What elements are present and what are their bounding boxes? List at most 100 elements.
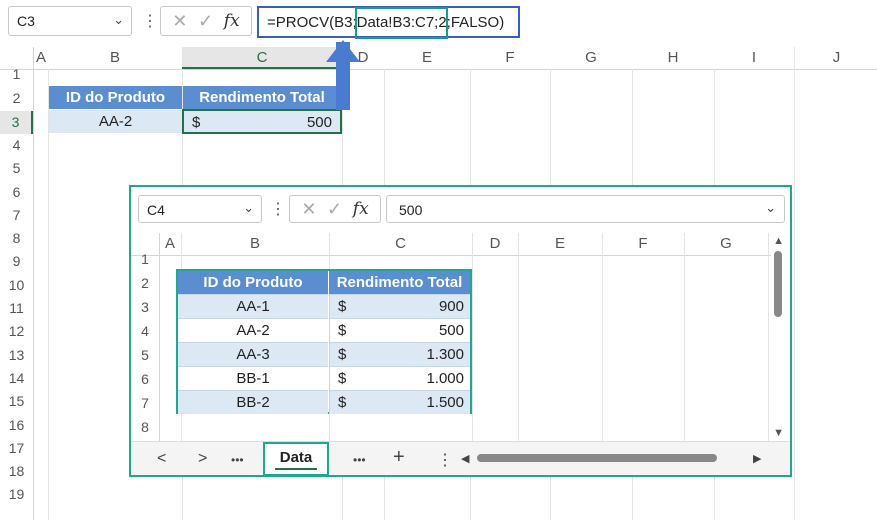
row-header-3[interactable]: 3 xyxy=(0,111,33,134)
row-header-14[interactable]: 14 xyxy=(0,367,33,390)
row-header-10[interactable]: 10 xyxy=(0,274,33,297)
scroll-right-icon[interactable]: ▶ xyxy=(753,452,761,465)
gridline xyxy=(768,233,769,441)
currency-symbol: $ xyxy=(338,394,347,411)
row-header-4[interactable]: 4 xyxy=(0,134,33,157)
horizontal-scrollbar[interactable] xyxy=(477,454,717,462)
cell-value: 500 xyxy=(306,114,332,131)
more-options-icon[interactable]: ••• xyxy=(353,453,366,467)
column-header-e[interactable]: E xyxy=(518,233,602,255)
row-header-7[interactable]: 7 xyxy=(0,204,33,227)
gridline xyxy=(472,233,473,441)
table-header-id: ID do Produto xyxy=(49,86,182,109)
column-header-c[interactable]: C xyxy=(329,233,472,255)
data-formula-value: 500 xyxy=(399,202,423,218)
column-header-h[interactable]: H xyxy=(632,47,714,69)
table-cell-id[interactable]: AA-2 xyxy=(178,318,328,342)
formula-text-prefix: =PROCV(B3 xyxy=(267,14,353,31)
table-cell-revenue[interactable]: $900 xyxy=(329,294,470,318)
column-header-f[interactable]: F xyxy=(470,47,550,69)
more-sheets-icon[interactable]: ••• xyxy=(231,453,244,467)
next-sheet-icon[interactable]: > xyxy=(198,450,207,468)
cancel-icon[interactable]: ✕ xyxy=(172,11,187,32)
data-formula-bar[interactable]: 500 ⌄ xyxy=(386,195,785,223)
row-header-divider xyxy=(33,47,34,520)
row-header-19[interactable]: 19 xyxy=(0,483,33,506)
row-header-16[interactable]: 16 xyxy=(0,414,33,437)
more-options-icon[interactable]: ⋮ xyxy=(142,11,158,31)
sheet-tab-data[interactable]: Data xyxy=(263,442,329,476)
column-header-b[interactable]: B xyxy=(48,47,182,69)
cancel-icon[interactable]: ✕ xyxy=(301,199,316,220)
row-header-2[interactable]: 2 xyxy=(0,87,33,110)
chevron-down-icon[interactable]: ⌄ xyxy=(765,200,776,216)
column-header-j[interactable]: J xyxy=(796,47,877,69)
scroll-down-icon[interactable]: ▼ xyxy=(773,427,784,439)
chevron-down-icon[interactable]: ⌄ xyxy=(113,12,124,28)
column-header-i[interactable]: I xyxy=(714,47,794,69)
data-name-box[interactable]: C4 ⌄ xyxy=(138,195,262,223)
gridline xyxy=(794,47,795,520)
row-header-11[interactable]: 11 xyxy=(0,297,33,320)
column-header-f[interactable]: F xyxy=(602,233,684,255)
table-cell-id[interactable]: AA-3 xyxy=(178,342,328,366)
chevron-down-icon[interactable]: ⌄ xyxy=(243,200,254,216)
more-options-icon[interactable]: ⋮ xyxy=(270,199,286,219)
vertical-scrollbar[interactable] xyxy=(774,251,782,317)
row-header-8[interactable]: 8 xyxy=(131,415,159,439)
column-header-c[interactable]: C xyxy=(182,47,342,69)
row-header-6[interactable]: 6 xyxy=(0,181,33,204)
enter-icon[interactable]: ✓ xyxy=(198,11,213,32)
row-header-7[interactable]: 7 xyxy=(131,391,159,415)
sheet-options-icon[interactable]: ⋮ xyxy=(437,450,453,470)
table-cell-id[interactable]: BB-2 xyxy=(178,390,328,414)
add-sheet-icon[interactable]: + xyxy=(393,446,405,469)
fx-icon[interactable]: fx xyxy=(224,11,240,31)
scroll-up-icon[interactable]: ▲ xyxy=(773,235,784,247)
row-header-6[interactable]: 6 xyxy=(131,367,159,391)
table-cell-id[interactable]: BB-1 xyxy=(178,366,328,390)
row-header-4[interactable]: 4 xyxy=(131,319,159,343)
row-header-13[interactable]: 13 xyxy=(0,344,33,367)
name-box[interactable]: C3 ⌄ xyxy=(8,6,132,36)
cell-c3[interactable]: $ 500 xyxy=(182,109,342,134)
row-header-12[interactable]: 12 xyxy=(0,320,33,343)
column-header-d[interactable]: D xyxy=(472,233,518,255)
table-cell-revenue[interactable]: $500 xyxy=(329,318,470,342)
fx-icon[interactable]: fx xyxy=(353,199,369,219)
cell-value: 1.500 xyxy=(426,394,464,411)
column-header-g[interactable]: G xyxy=(684,233,768,255)
row-header-17[interactable]: 17 xyxy=(0,437,33,460)
prev-sheet-icon[interactable]: < xyxy=(157,450,166,468)
cell-value: 1.300 xyxy=(426,346,464,363)
row-header-1[interactable]: 1 xyxy=(131,247,159,271)
scroll-left-icon[interactable]: ◀ xyxy=(461,452,469,465)
column-header-e[interactable]: E xyxy=(384,47,470,69)
column-header-a[interactable]: A xyxy=(34,47,48,69)
enter-icon[interactable]: ✓ xyxy=(327,199,342,220)
row-header-9[interactable]: 9 xyxy=(0,250,33,273)
row-header-2[interactable]: 2 xyxy=(131,271,159,295)
header-divider xyxy=(0,69,877,70)
row-header-5[interactable]: 5 xyxy=(0,157,33,180)
sheet-tab-bar: < > ••• Data ••• + ⋮ ◀ ▶ xyxy=(131,441,790,476)
table-cell-revenue[interactable]: $1.000 xyxy=(329,366,470,390)
table-header-id: ID do Produto xyxy=(178,271,328,294)
row-header-8[interactable]: 8 xyxy=(0,227,33,250)
table-cell-revenue[interactable]: $1.300 xyxy=(329,342,470,366)
column-header-a[interactable]: A xyxy=(159,233,181,255)
currency-symbol: $ xyxy=(338,298,347,315)
table-cell-revenue[interactable]: $1.500 xyxy=(329,390,470,414)
row-header-18[interactable]: 18 xyxy=(0,460,33,483)
gridline xyxy=(602,233,603,441)
cell-value: 500 xyxy=(438,322,464,339)
column-header-g[interactable]: G xyxy=(550,47,632,69)
row-header-15[interactable]: 15 xyxy=(0,390,33,413)
row-header-1[interactable]: 1 xyxy=(0,63,33,86)
cell-b3[interactable]: AA-2 xyxy=(49,110,182,133)
table-cell-id[interactable]: AA-1 xyxy=(178,294,328,318)
column-header-b[interactable]: B xyxy=(181,233,329,255)
row-header-3[interactable]: 3 xyxy=(131,295,159,319)
row-header-5[interactable]: 5 xyxy=(131,343,159,367)
data-formula-buttons: ✕ ✓ fx xyxy=(289,195,381,223)
